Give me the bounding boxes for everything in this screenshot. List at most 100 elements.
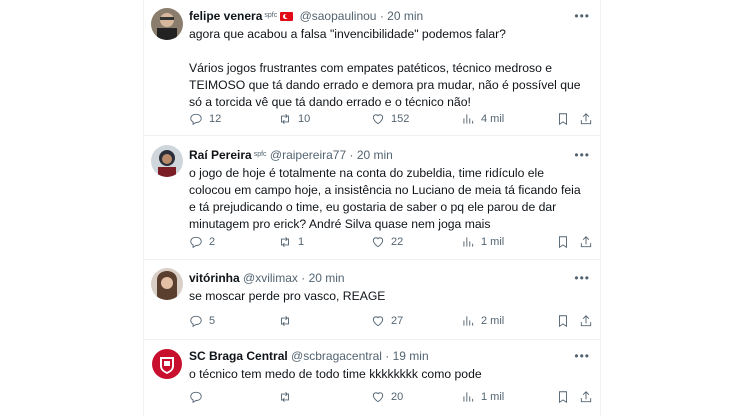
tweet-header: Raí Pereira spfc @raipereira77 · 20 min •…	[189, 147, 590, 163]
separator: ·	[301, 271, 306, 285]
avatar[interactable]	[151, 348, 183, 380]
views-button[interactable]: 1 mil	[461, 235, 504, 249]
views-count: 2 mil	[481, 315, 505, 327]
reply-button[interactable]: 2	[189, 235, 215, 249]
more-options-icon[interactable]: •••	[574, 147, 590, 163]
retweet-button[interactable]: 10	[278, 112, 310, 126]
reply-count: 12	[209, 113, 222, 125]
tweet-header: SC Braga Central @scbragacentral · 19 mi…	[189, 348, 590, 364]
reply-button[interactable]: 5	[189, 314, 215, 328]
like-count: 22	[391, 236, 404, 248]
more-options-icon[interactable]: •••	[574, 270, 590, 286]
retweet-button[interactable]	[278, 314, 298, 328]
tweet-text-line: Vários jogos frustrantes com empates pat…	[189, 61, 581, 109]
views-button[interactable]: 2 mil	[461, 314, 504, 328]
tweet-actions: 2 1 22 1 mil	[189, 235, 592, 251]
like-button[interactable]: 20	[371, 390, 403, 404]
reply-count: 5	[209, 315, 216, 327]
retweet-icon	[281, 237, 289, 247]
like-button[interactable]: 22	[371, 235, 403, 249]
name-badge: spfc	[253, 151, 267, 158]
like-button[interactable]: 27	[371, 314, 403, 328]
more-options-icon[interactable]: •••	[574, 348, 590, 364]
timestamp[interactable]: 20 min	[387, 9, 423, 23]
retweet-icon	[281, 392, 289, 402]
reply-icon	[190, 315, 202, 328]
tweet-text: o técnico tem medo de todo time kkkkkkkk…	[189, 366, 589, 383]
bookmark-icon	[559, 391, 567, 404]
tweet-header: vitórinha @xvilimax · 20 min •••	[189, 270, 590, 286]
bookmark-button[interactable]	[556, 390, 570, 404]
heart-icon	[372, 114, 384, 125]
tweet[interactable]: Raí Pereira spfc @raipereira77 · 20 min •…	[144, 135, 600, 260]
user-handle[interactable]: @saopaulinou	[300, 9, 377, 23]
retweet-icon	[281, 316, 289, 326]
retweet-button[interactable]	[278, 390, 298, 404]
user-handle[interactable]: @scbragacentral	[291, 349, 382, 363]
display-name[interactable]: felipe venera	[189, 9, 262, 23]
share-icon	[580, 315, 592, 327]
views-button[interactable]: 1 mil	[461, 390, 504, 404]
like-count: 20	[391, 391, 404, 403]
share-button[interactable]	[579, 235, 593, 249]
tweet-text-line	[189, 43, 589, 60]
tweet-text: agora que acabou a falsa "invencibilidad…	[189, 26, 589, 111]
display-name[interactable]: vitórinha	[189, 271, 240, 285]
like-count: 27	[391, 315, 404, 327]
bookmark-icon	[559, 113, 567, 126]
separator: ·	[385, 349, 390, 363]
retweet-count: 1	[298, 236, 305, 248]
retweet-icon	[281, 114, 289, 124]
tweet[interactable]: felipe venera spfc @saopaulinou · 20 min …	[144, 0, 600, 136]
views-count: 1 mil	[481, 236, 505, 248]
avatar[interactable]	[151, 8, 183, 40]
views-count: 4 mil	[481, 113, 505, 125]
tweet[interactable]: SC Braga Central @scbragacentral · 19 mi…	[144, 339, 600, 416]
timestamp[interactable]: 20 min	[309, 271, 345, 285]
heart-icon	[372, 237, 384, 248]
views-icon	[463, 316, 474, 326]
share-button[interactable]	[579, 314, 593, 328]
heart-icon	[372, 392, 384, 403]
user-handle[interactable]: @raipereira77	[270, 148, 346, 162]
reply-icon	[190, 391, 202, 404]
share-button[interactable]	[579, 112, 593, 126]
avatar[interactable]	[151, 268, 183, 300]
avatar[interactable]	[151, 145, 183, 177]
views-button[interactable]: 4 mil	[461, 112, 504, 126]
timestamp[interactable]: 19 min	[393, 349, 429, 363]
heart-icon	[372, 316, 384, 327]
separator: ·	[379, 9, 384, 23]
views-count: 1 mil	[481, 391, 505, 403]
timeline: felipe venera spfc @saopaulinou · 20 min …	[143, 0, 601, 416]
tweet-actions: 20 1 mil	[189, 390, 592, 406]
bookmark-button[interactable]	[556, 235, 570, 249]
tweet-text-line: o técnico tem medo de todo time kkkkkkkk…	[189, 367, 482, 381]
tweet[interactable]: vitórinha @xvilimax · 20 min ••• se mosc…	[144, 259, 600, 340]
user-handle[interactable]: @xvilimax	[243, 271, 298, 285]
retweet-count: 10	[298, 113, 311, 125]
views-icon	[463, 114, 474, 124]
more-options-icon[interactable]: •••	[574, 8, 590, 24]
tweet-text: se moscar perde pro vasco, REAGE	[189, 288, 589, 305]
reply-button[interactable]: 12	[189, 112, 221, 126]
bookmark-icon	[559, 236, 567, 249]
display-name[interactable]: SC Braga Central	[189, 349, 288, 363]
reply-button[interactable]	[189, 390, 209, 404]
tweet-actions: 12 10 152 4 mil	[189, 112, 592, 128]
share-button[interactable]	[579, 390, 593, 404]
tweet-text-line: o jogo de hoje é totalmente na conta do …	[189, 166, 581, 231]
views-icon	[463, 392, 474, 402]
bookmark-button[interactable]	[556, 112, 570, 126]
timestamp[interactable]: 20 min	[357, 148, 393, 162]
turkey-flag-icon	[280, 12, 294, 21]
display-name[interactable]: Raí Pereira	[189, 148, 252, 162]
like-button[interactable]: 152	[371, 112, 409, 126]
share-icon	[580, 113, 592, 125]
tweet-actions: 5 27 2 mil	[189, 314, 592, 330]
reply-icon	[190, 236, 202, 249]
tweet-text-line: agora que acabou a falsa "invencibilidad…	[189, 27, 506, 41]
like-count: 152	[391, 113, 410, 125]
retweet-button[interactable]: 1	[278, 235, 304, 249]
bookmark-button[interactable]	[556, 314, 570, 328]
